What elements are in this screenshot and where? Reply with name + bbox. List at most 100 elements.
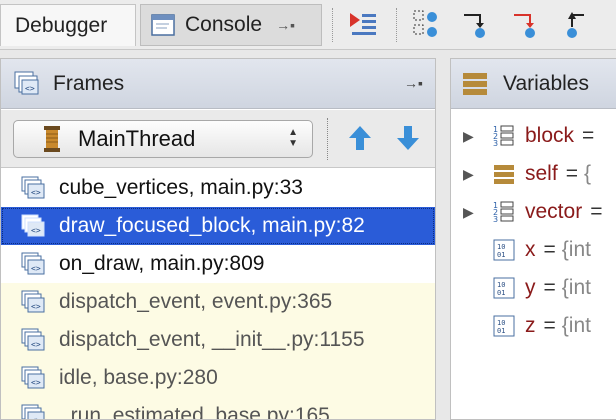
frames-icon: <> — [14, 71, 39, 94]
svg-text:<>: <> — [31, 226, 41, 235]
variables-header: Variables — [451, 59, 616, 109]
int-icon: 1001 — [493, 315, 515, 337]
frames-panel: <> Frames →▪ MainThread ▲ ▼ <> cube_vertic… — [0, 58, 436, 420]
thread-selector[interactable]: MainThread ▲ ▼ — [13, 120, 313, 158]
arrow-up-icon[interactable] — [345, 123, 375, 153]
variable-row[interactable]: ▶ 1 2 3 block = — [451, 117, 616, 155]
show-execution-point-icon[interactable] — [346, 7, 380, 41]
variable-name: y — [525, 276, 536, 299]
stack-frame-icon: <> — [21, 290, 45, 313]
list-icon: 123 — [493, 201, 514, 224]
variable-name: x — [525, 238, 536, 261]
frame-item[interactable]: <> cube_vertices, main.py:33 — [1, 169, 435, 207]
variable-row[interactable]: 10 01 x = {int — [451, 231, 616, 269]
stack-frame-icon: <> — [21, 328, 45, 351]
frame-label: dispatch_event, event.py:365 — [59, 290, 333, 313]
variable-row[interactable]: 10 01 z = {int — [451, 307, 616, 345]
variables-title: Variables — [503, 71, 589, 95]
svg-text:<>: <> — [31, 302, 41, 311]
frame-list: <> cube_vertices, main.py:33 <> draw_focuse… — [1, 169, 435, 419]
int-icon: 1001 — [493, 277, 515, 299]
variable-equals: = — [543, 276, 556, 299]
variable-value: {int — [561, 238, 591, 261]
frames-header: <> Frames →▪ — [1, 59, 435, 109]
tab-console-label: Console — [185, 13, 263, 36]
svg-text:<>: <> — [31, 378, 41, 387]
svg-text:<>: <> — [31, 264, 41, 273]
frame-label: dispatch_event, __init__.py:1155 — [59, 328, 365, 351]
frame-item[interactable]: <> _run_estimated, base.py:165 — [1, 397, 435, 419]
thread-name: MainThread — [78, 126, 196, 151]
toolbar-separator — [396, 8, 397, 42]
debug-toolbar: Debugger Console →▪ — [0, 0, 616, 50]
variable-name: vector — [525, 200, 583, 223]
force-step-into-icon[interactable] — [508, 7, 542, 41]
frame-label: idle, base.py:280 — [59, 366, 218, 389]
variables-icon — [463, 72, 487, 95]
svg-text:<>: <> — [31, 416, 41, 419]
stack-frame-icon: <> — [21, 214, 45, 237]
arrow-down-icon[interactable] — [393, 123, 423, 153]
variable-row[interactable]: ▶ 1 2 3 vector = — [451, 193, 616, 231]
stack-frame-icon: <> — [21, 404, 45, 419]
stack-frame-icon: <> — [21, 366, 45, 389]
object-icon — [494, 165, 514, 184]
frame-label: _run_estimated, base.py:165 — [59, 404, 330, 419]
variable-name: self — [525, 162, 558, 185]
variable-name: z — [525, 314, 536, 337]
tab-debugger-label: Debugger — [15, 13, 108, 37]
variable-row[interactable]: ▶ self ={ — [451, 155, 616, 193]
expand-arrow-icon[interactable]: ▶ — [463, 204, 475, 221]
expand-arrow-icon[interactable]: ▶ — [463, 166, 475, 183]
variable-equals: = — [590, 200, 603, 223]
int-icon: 1001 — [493, 239, 515, 261]
svg-text:3: 3 — [493, 215, 498, 224]
pin-icon[interactable]: →▪ — [404, 75, 423, 91]
svg-text:10: 10 — [497, 319, 505, 327]
svg-text:<>: <> — [25, 84, 35, 93]
svg-text:01: 01 — [497, 289, 505, 297]
frame-item[interactable]: <> idle, base.py:280 — [1, 359, 435, 397]
svg-text:01: 01 — [497, 251, 505, 259]
frame-label: cube_vertices, main.py:33 — [59, 176, 303, 199]
stack-frame-icon: <> — [21, 252, 45, 275]
console-icon — [151, 14, 175, 36]
svg-text:<>: <> — [31, 340, 41, 349]
svg-text:3: 3 — [493, 139, 498, 148]
variable-equals: = — [543, 238, 556, 261]
frame-label: on_draw, main.py:809 — [59, 252, 265, 275]
step-over-icon[interactable] — [410, 7, 444, 41]
step-out-icon[interactable] — [558, 7, 592, 41]
svg-text:10: 10 — [497, 281, 505, 289]
frame-item[interactable]: <> on_draw, main.py:809 — [1, 245, 435, 283]
frame-label: draw_focused_block, main.py:82 — [59, 214, 365, 237]
pin-icon[interactable]: →▪ — [276, 17, 295, 33]
frame-item[interactable]: <> dispatch_event, __init__.py:1155 — [1, 321, 435, 359]
variables-panel: Variables ▶ 1 2 3 block = ▶ self ={▶ 1 2 3 vector = 10… — [450, 58, 616, 420]
variable-value: { — [583, 162, 591, 185]
expand-arrow-icon[interactable]: ▶ — [463, 128, 475, 145]
tab-console[interactable]: Console →▪ — [140, 4, 322, 46]
frame-item[interactable]: <> draw_focused_block, main.py:82 — [1, 207, 435, 245]
svg-text:10: 10 — [497, 243, 505, 251]
step-into-icon[interactable] — [458, 7, 492, 41]
thread-spool-icon — [44, 126, 60, 152]
variable-row[interactable]: 10 01 y = {int — [451, 269, 616, 307]
thread-bar: MainThread ▲ ▼ — [1, 110, 435, 168]
variable-list: ▶ 1 2 3 block = ▶ self ={▶ 1 2 3 vector = 10 01 x = {int 10… — [451, 117, 616, 345]
variable-equals: = — [543, 314, 556, 337]
svg-text:01: 01 — [497, 327, 505, 335]
variable-equals: = — [582, 124, 595, 147]
toolbar-separator — [327, 118, 328, 160]
svg-text:<>: <> — [31, 188, 41, 197]
variable-value: {int — [561, 314, 591, 337]
variable-equals: = — [565, 162, 578, 185]
variable-value: {int — [561, 276, 591, 299]
chevron-updown-icon: ▲ ▼ — [288, 127, 298, 149]
list-icon: 123 — [493, 125, 514, 148]
toolbar-separator — [332, 8, 333, 42]
frame-item[interactable]: <> dispatch_event, event.py:365 — [1, 283, 435, 321]
tab-debugger[interactable]: Debugger — [0, 4, 136, 46]
variable-name: block — [525, 124, 575, 147]
stack-frame-icon: <> — [21, 176, 45, 199]
